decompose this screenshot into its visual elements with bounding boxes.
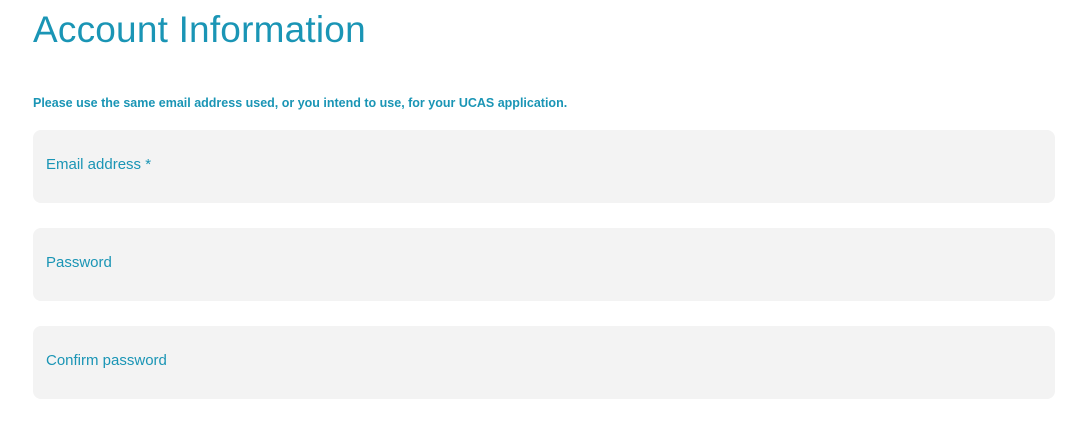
email-field[interactable]: Email address *: [33, 130, 1055, 203]
confirm-password-field-label: Confirm password: [46, 352, 167, 369]
confirm-password-field[interactable]: Confirm password: [33, 326, 1055, 399]
email-notice: Please use the same email address used, …: [33, 96, 568, 110]
password-field[interactable]: Password: [33, 228, 1055, 301]
page-title: Account Information: [33, 9, 366, 50]
password-field-label: Password: [46, 254, 112, 271]
email-field-label: Email address *: [46, 156, 152, 173]
account-information-page: Account Information Please use the same …: [0, 0, 1080, 444]
